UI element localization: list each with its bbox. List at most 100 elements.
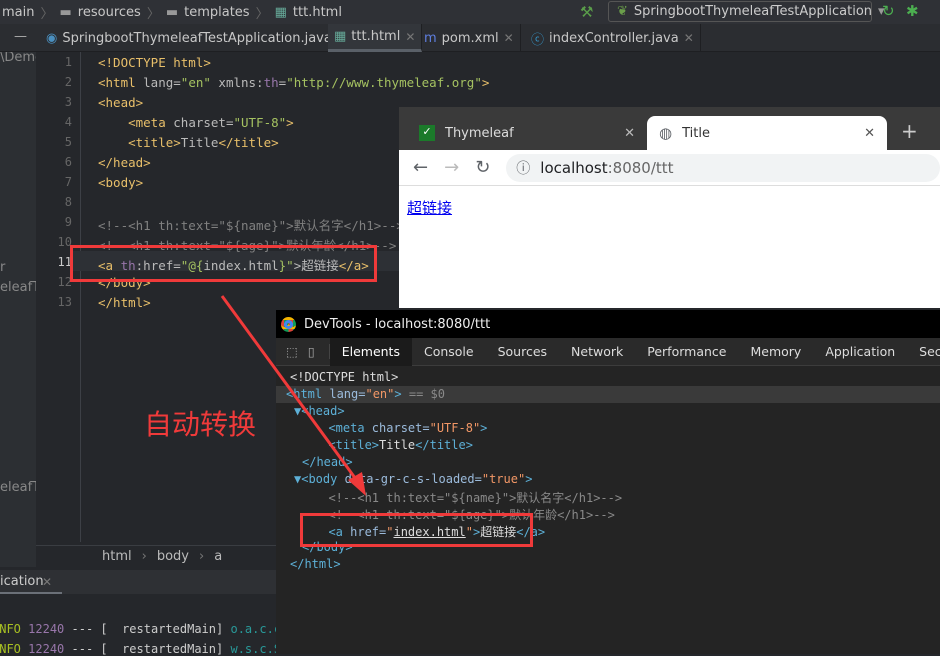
- build-hammer-icon[interactable]: ⚒: [580, 3, 593, 21]
- editor-tabs: ◉ SpringbootThymeleafTestApplication.java…: [0, 24, 940, 52]
- line-number: 1: [64, 55, 72, 69]
- code-line[interactable]: <html lang="en" xmlns:th="http://www.thy…: [98, 75, 489, 90]
- page-hyperlink[interactable]: 超链接: [407, 197, 452, 218]
- line-number: 4: [64, 115, 72, 129]
- code-token: charset=: [173, 115, 234, 130]
- close-icon[interactable]: ✕: [684, 31, 694, 45]
- url-host: localhost: [540, 158, 608, 177]
- code-token: <html: [98, 75, 144, 90]
- dom-node[interactable]: </html>: [290, 557, 341, 571]
- dom-node[interactable]: <html lang="en"> == $0: [286, 387, 445, 401]
- browser-tab-title[interactable]: ◍ Title ✕: [647, 116, 887, 150]
- code-token: </title>: [218, 135, 279, 150]
- editor-breadcrumb-item[interactable]: a: [214, 549, 222, 564]
- editor-tab[interactable]: ◉ SpringbootThymeleafTestApplication.java…: [40, 24, 354, 52]
- back-arrow-icon[interactable]: ←: [413, 157, 428, 178]
- code-token: <!DOCTYPE html>: [98, 55, 211, 70]
- reload-icon[interactable]: ↻: [475, 157, 490, 178]
- dom-node[interactable]: ▼<head>: [294, 404, 345, 418]
- minimize-icon[interactable]: —: [14, 29, 27, 44]
- line-number: 6: [64, 155, 72, 169]
- code-token: "UTF-8": [233, 115, 287, 130]
- dom-token: </head>: [302, 455, 353, 469]
- device-toggle-icon[interactable]: ▯: [304, 344, 330, 359]
- dom-token: >: [525, 472, 533, 486]
- code-line[interactable]: <!--<h1 th:text="${name}">默认名字</h1>-->: [98, 215, 404, 234]
- code-token: <!--<h1 th:text="${name}">默认名字</h1>-->: [98, 218, 404, 233]
- editor-breadcrumb: html › body › a: [36, 545, 276, 567]
- tab-label: SpringbootThymeleafTestApplication.java: [62, 30, 332, 46]
- close-icon[interactable]: ✕: [405, 30, 415, 44]
- html-file-icon: ▦: [334, 29, 347, 44]
- project-tree-item[interactable]: r: [0, 260, 5, 275]
- project-tree-item[interactable]: eleafTe: [0, 280, 36, 295]
- devtools-tab-application[interactable]: Application: [813, 338, 907, 366]
- close-icon[interactable]: ✕: [42, 575, 52, 589]
- code-line[interactable]: </head>: [98, 155, 151, 170]
- code-token: <meta: [98, 115, 174, 130]
- chevron-right-icon: ›: [198, 549, 205, 564]
- run-tab-label: ication: [0, 574, 44, 589]
- dom-node[interactable]: </head>: [302, 455, 353, 469]
- editor-breadcrumb-item[interactable]: html: [102, 549, 132, 564]
- log-sep: --- [: [71, 622, 108, 636]
- devtools-tab-sources[interactable]: Sources: [486, 338, 559, 366]
- editor-tab[interactable]: ⓒ indexController.java ✕: [525, 24, 701, 52]
- devtools-tabs: ⬚ ▯ Elements Console Sources Network Performan…: [276, 337, 940, 366]
- breadcrumb-item[interactable]: resources: [78, 5, 141, 20]
- dom-node[interactable]: ▼<body data-gr-c-s-loaded="true">: [294, 472, 532, 486]
- breadcrumb-item[interactable]: ttt.html: [293, 5, 342, 20]
- log-cls: o.a.c.c: [230, 622, 282, 636]
- project-tree-item[interactable]: eleafTe: [0, 480, 36, 495]
- code-token: >: [481, 75, 490, 90]
- project-tree-item[interactable]: \Demo: [0, 52, 36, 65]
- code-line[interactable]: <body>: [98, 175, 143, 190]
- devtools-tab-console[interactable]: Console: [412, 338, 486, 366]
- line-number: 8: [64, 195, 72, 209]
- code-line[interactable]: <!DOCTYPE html>: [98, 55, 211, 70]
- new-tab-plus-icon[interactable]: +: [901, 119, 918, 143]
- line-number: 7: [64, 175, 72, 189]
- chevron-right-icon: 〉: [255, 6, 269, 22]
- forward-arrow-icon[interactable]: →: [444, 157, 459, 178]
- devtools-titlebar: DevTools - localhost:8080/ttt: [276, 310, 940, 338]
- run-config-label: SpringbootThymeleafTestApplication: [633, 4, 873, 19]
- code-token: th: [263, 75, 279, 90]
- close-icon[interactable]: ✕: [864, 126, 875, 141]
- devtools-window: DevTools - localhost:8080/ttt ⬚ ▯ Elements…: [276, 310, 940, 654]
- devtools-tab-performance[interactable]: Performance: [635, 338, 738, 366]
- close-icon[interactable]: ✕: [624, 126, 635, 141]
- dom-node[interactable]: <meta charset="UTF-8">: [314, 421, 487, 435]
- dom-token: Title: [379, 438, 416, 452]
- dom-token: <meta: [314, 421, 372, 435]
- dom-token: "en": [365, 387, 395, 401]
- dom-token: lang=: [329, 387, 366, 401]
- code-token: <body>: [98, 175, 144, 190]
- address-bar[interactable]: ⓘ localhost:8080/ttt: [506, 153, 940, 182]
- code-line[interactable]: <meta charset="UTF-8">: [98, 115, 294, 130]
- browser-tab-thymeleaf[interactable]: ✓ Thymeleaf ✕: [407, 116, 647, 150]
- devtools-tab-elements[interactable]: Elements: [329, 337, 412, 366]
- editor-tab[interactable]: ▦ ttt.html ✕: [328, 24, 423, 52]
- rerun-icon[interactable]: ↻: [882, 2, 895, 20]
- code-line[interactable]: <title>Title</title>: [98, 135, 279, 150]
- devtools-tab-security[interactable]: Security: [907, 338, 940, 366]
- devtools-tab-network[interactable]: Network: [559, 338, 635, 366]
- dom-node[interactable]: <title>Title</title>: [314, 438, 473, 452]
- run-config-select[interactable]: ❦ SpringbootThymeleafTestApplication ▾: [608, 1, 885, 22]
- devtools-tab-memory[interactable]: Memory: [738, 338, 813, 366]
- dom-node[interactable]: <!DOCTYPE html>: [290, 370, 398, 384]
- breadcrumb-item[interactable]: templates: [184, 5, 249, 20]
- code-line[interactable]: <head>: [98, 95, 143, 110]
- editor-tab[interactable]: m pom.xml ✕: [418, 24, 521, 52]
- log-level: INFO: [0, 622, 21, 636]
- editor-breadcrumb-item[interactable]: body: [157, 549, 189, 564]
- inspect-element-icon[interactable]: ⬚: [276, 344, 304, 359]
- close-icon[interactable]: ✕: [504, 31, 514, 45]
- dom-node[interactable]: <!--<h1 th:text="${name}">默认名字</h1>-->: [314, 489, 622, 506]
- breadcrumb-item[interactable]: main: [2, 5, 34, 20]
- run-tool-tab[interactable]: ication ✕: [0, 570, 276, 594]
- debug-bug-icon[interactable]: ✱: [906, 2, 919, 20]
- code-line[interactable]: </html>: [98, 295, 151, 310]
- log-thread: restartedMain]: [122, 622, 224, 636]
